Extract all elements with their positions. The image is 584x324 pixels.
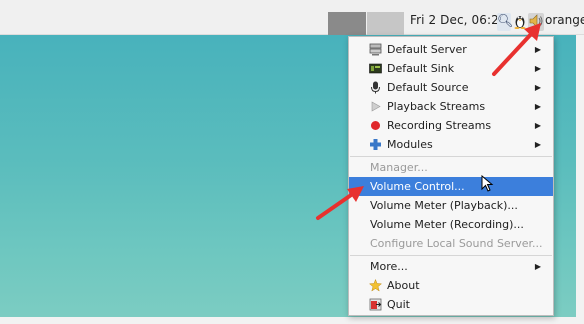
menu-item-label: Volume Control...: [370, 180, 465, 193]
mouse-pointer-icon: [481, 175, 494, 192]
menu-item-about[interactable]: About: [349, 276, 553, 295]
menu-item-manager: Manager...: [349, 158, 553, 177]
menu-item-label: Quit: [387, 298, 410, 311]
submenu-arrow-icon: ▶: [534, 121, 541, 130]
menu-item-label: About: [387, 279, 420, 292]
menu-item-label: Playback Streams: [387, 100, 486, 113]
submenu-arrow-icon: ▶: [534, 45, 541, 54]
tux-icon[interactable]: [514, 13, 526, 31]
microphone-icon: [369, 81, 382, 94]
search-icon[interactable]: 🔍︎: [497, 13, 514, 31]
menu-item-label: Volume Meter (Playback)...: [370, 199, 518, 212]
menu-item-more[interactable]: More... ▶: [349, 257, 553, 276]
menu-item-recording-streams[interactable]: Recording Streams ▶: [349, 116, 553, 135]
desktop-bottom-border: [0, 317, 584, 324]
record-icon: [369, 119, 382, 132]
panel-clock[interactable]: Fri 2 Dec, 06:20: [410, 13, 507, 27]
menu-item-volume-meter-recording[interactable]: Volume Meter (Recording)...: [349, 215, 553, 234]
submenu-arrow-icon: ▶: [534, 262, 541, 271]
menu-item-label: Recording Streams: [387, 119, 492, 132]
menu-item-label: Default Source: [387, 81, 469, 94]
screen: Fri 2 Dec, 06:20 🔍︎ orange Default Serve…: [0, 0, 584, 324]
submenu-arrow-icon: ▶: [534, 140, 541, 149]
submenu-arrow-icon: ▶: [534, 102, 541, 111]
sink-icon: [369, 62, 382, 75]
menu-item-label: Configure Local Sound Server...: [370, 237, 543, 250]
volume-menu: Default Server ▶ Default Sink ▶ Default …: [348, 36, 554, 316]
puzzle-icon: [369, 138, 382, 151]
menu-item-default-source[interactable]: Default Source ▶: [349, 78, 553, 97]
menu-item-label: Manager...: [370, 161, 428, 174]
menu-item-volume-meter-playback[interactable]: Volume Meter (Playback)...: [349, 196, 553, 215]
menu-item-label: Default Sink: [387, 62, 455, 75]
volume-icon[interactable]: [528, 13, 544, 31]
menu-item-volume-control[interactable]: Volume Control...: [349, 177, 553, 196]
workspace-2-button[interactable]: [367, 12, 404, 35]
menu-item-playback-streams[interactable]: Playback Streams ▶: [349, 97, 553, 116]
menu-separator: [350, 255, 552, 256]
star-icon: [368, 278, 383, 292]
quit-icon: [369, 298, 382, 311]
menu-item-label: Volume Meter (Recording)...: [370, 218, 524, 231]
top-panel: Fri 2 Dec, 06:20 🔍︎ orange: [0, 0, 584, 35]
menu-item-configure-sound-server: Configure Local Sound Server...: [349, 234, 553, 253]
menu-item-label: Default Server: [387, 43, 467, 56]
menu-item-label: More...: [370, 260, 408, 273]
menu-item-default-sink[interactable]: Default Sink ▶: [349, 59, 553, 78]
workspace-1-button[interactable]: [328, 12, 366, 35]
menu-item-quit[interactable]: Quit: [349, 295, 553, 314]
server-icon: [369, 43, 382, 56]
panel-user-name[interactable]: orange: [545, 13, 584, 27]
desktop-right-border: [576, 35, 584, 324]
submenu-arrow-icon: ▶: [534, 64, 541, 73]
menu-item-label: Modules: [387, 138, 433, 151]
submenu-arrow-icon: ▶: [534, 83, 541, 92]
play-icon: [369, 100, 382, 113]
menu-item-default-server[interactable]: Default Server ▶: [349, 40, 553, 59]
menu-separator: [350, 156, 552, 157]
menu-item-modules[interactable]: Modules ▶: [349, 135, 553, 154]
